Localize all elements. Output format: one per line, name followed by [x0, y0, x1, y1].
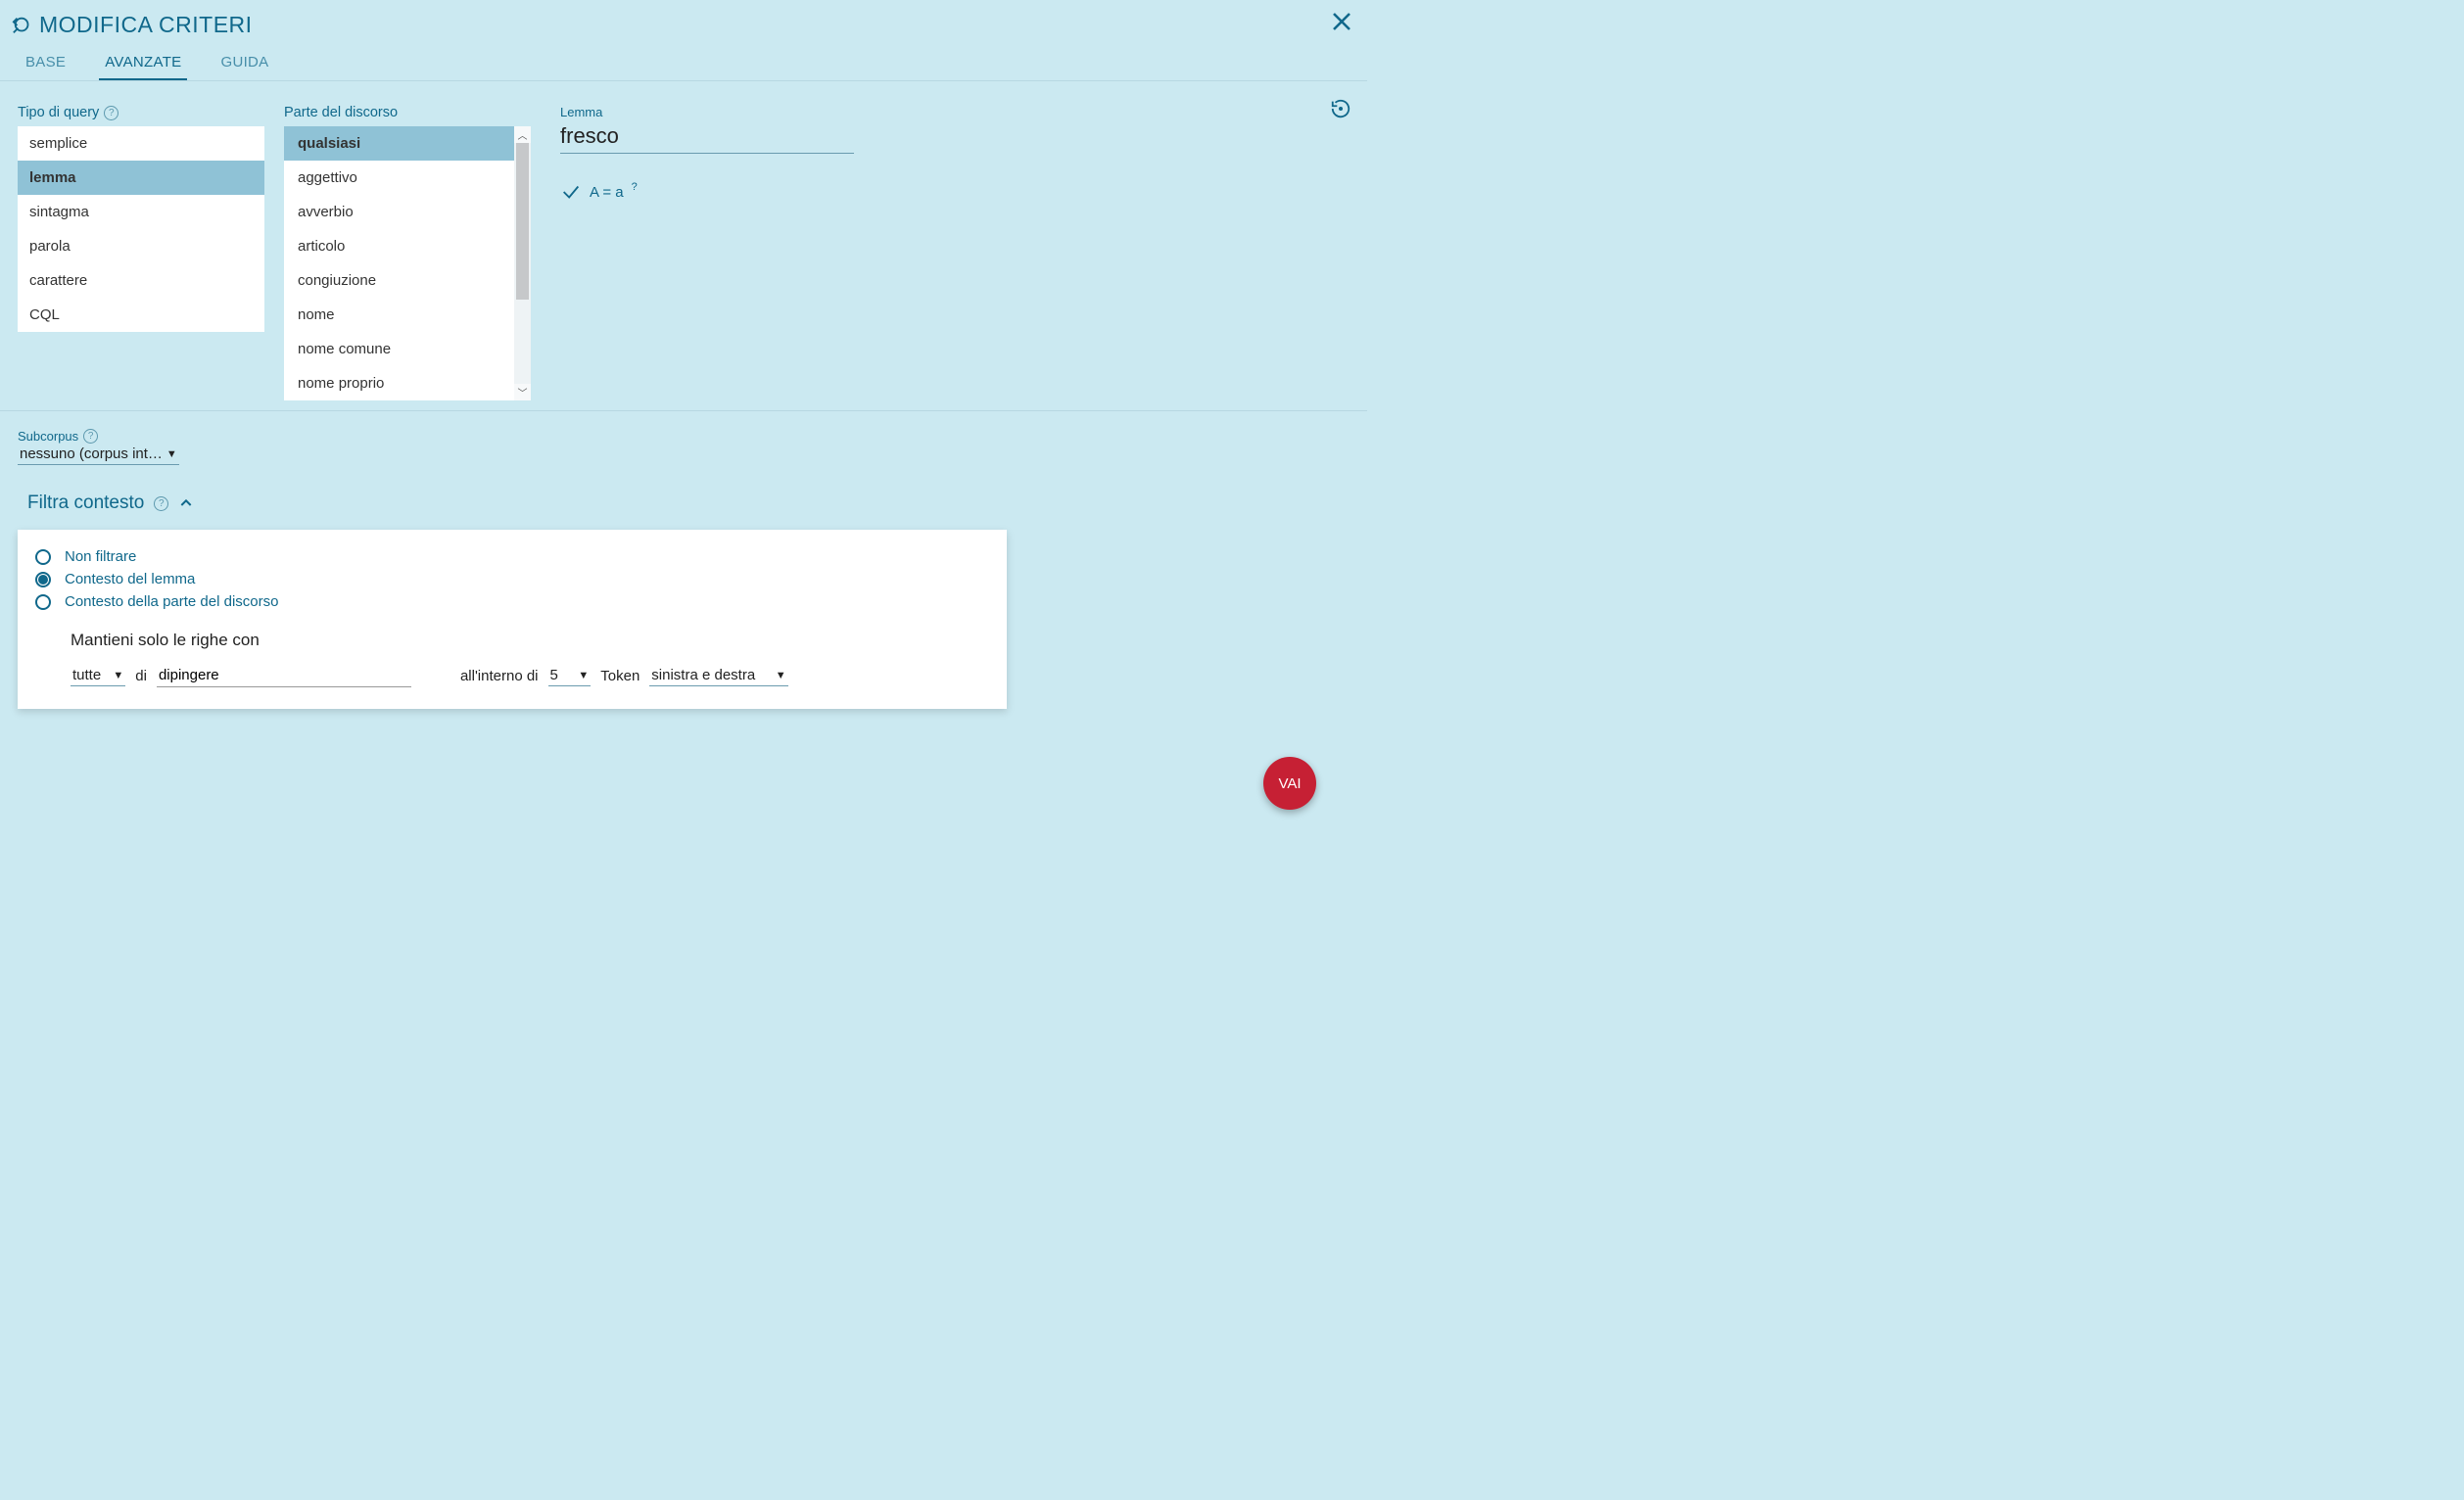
subcorpus-select[interactable]: nessuno (corpus int…▼	[18, 444, 179, 465]
chevron-down-icon: ▼	[113, 670, 123, 681]
help-icon[interactable]: ?	[104, 106, 118, 120]
query-type-item[interactable]: semplice	[18, 126, 264, 161]
pos-scrollbar[interactable]: ︿ ﹀	[514, 126, 531, 400]
filter-option-none[interactable]: Non filtrare	[35, 545, 989, 568]
of-label: di	[135, 668, 147, 684]
pos-label: Parte del discorso	[284, 105, 531, 120]
case-toggle-label[interactable]: A = a	[590, 184, 624, 201]
query-type-item[interactable]: parola	[18, 229, 264, 263]
query-type-item[interactable]: lemma	[18, 161, 264, 195]
check-icon[interactable]	[560, 181, 582, 203]
subcorpus-label: Subcorpus ?	[18, 429, 1350, 444]
query-type-label: Tipo di query ?	[18, 105, 264, 120]
tab-advanced[interactable]: AVANZATE	[99, 44, 187, 80]
pos-item[interactable]: articolo	[284, 229, 531, 263]
filter-of-input[interactable]	[157, 664, 411, 687]
filter-direction-select[interactable]: sinistra e destra ▼	[649, 665, 787, 686]
close-icon[interactable]	[1330, 10, 1353, 33]
go-button[interactable]: VAI	[1263, 757, 1316, 810]
chevron-down-icon: ▼	[166, 448, 177, 460]
scroll-thumb[interactable]	[516, 143, 529, 300]
chevron-up-icon	[178, 495, 194, 511]
pos-item[interactable]: qualsiasi	[284, 126, 531, 161]
pos-item[interactable]: nome comune	[284, 332, 531, 366]
pos-list: qualsiasiaggettivoavverbioarticolocongiu…	[284, 126, 531, 400]
filter-option-lemma[interactable]: Contesto del lemma	[35, 568, 989, 590]
chevron-down-icon: ▼	[578, 670, 589, 681]
chevron-down-icon: ▼	[776, 670, 786, 681]
filter-all-select[interactable]: tutte ▼	[71, 665, 125, 686]
tab-bar: BASE AVANZATE GUIDA	[0, 44, 1367, 81]
pos-item[interactable]: congiuzione	[284, 263, 531, 298]
search-back-icon	[12, 15, 33, 36]
tab-base[interactable]: BASE	[20, 44, 71, 80]
radio-icon	[35, 594, 51, 610]
filter-option-pos[interactable]: Contesto della parte del discorso	[35, 590, 989, 613]
query-type-list: semplicelemmasintagmaparolacarattereCQL	[18, 126, 264, 332]
help-icon[interactable]: ?	[83, 429, 98, 444]
tab-guide[interactable]: GUIDA	[214, 44, 274, 80]
dialog-title: MODIFICA CRITERI	[39, 12, 253, 38]
query-type-item[interactable]: carattere	[18, 263, 264, 298]
lemma-label: Lemma	[560, 105, 1350, 119]
help-icon[interactable]: ?	[632, 181, 638, 193]
radio-icon	[35, 572, 51, 587]
token-label: Token	[600, 668, 640, 684]
scroll-down-icon[interactable]: ﹀	[514, 384, 531, 400]
pos-item[interactable]: aggettivo	[284, 161, 531, 195]
radio-icon	[35, 549, 51, 565]
filter-within-select[interactable]: 5 ▼	[548, 665, 592, 686]
within-label: all'interno di	[460, 668, 539, 684]
lemma-input[interactable]	[560, 121, 854, 154]
query-type-item[interactable]: CQL	[18, 298, 264, 332]
keep-rows-label: Mantieni solo le righe con	[71, 631, 989, 650]
filter-context-header[interactable]: Filtra contesto ?	[0, 471, 1367, 520]
filter-panel: Non filtrare Contesto del lemma Contesto…	[18, 530, 1007, 709]
help-icon[interactable]: ?	[154, 496, 168, 511]
scroll-up-icon[interactable]: ︿	[514, 126, 531, 143]
query-type-item[interactable]: sintagma	[18, 195, 264, 229]
pos-item[interactable]: nome	[284, 298, 531, 332]
pos-item[interactable]: nome proprio	[284, 366, 531, 400]
pos-item[interactable]: avverbio	[284, 195, 531, 229]
